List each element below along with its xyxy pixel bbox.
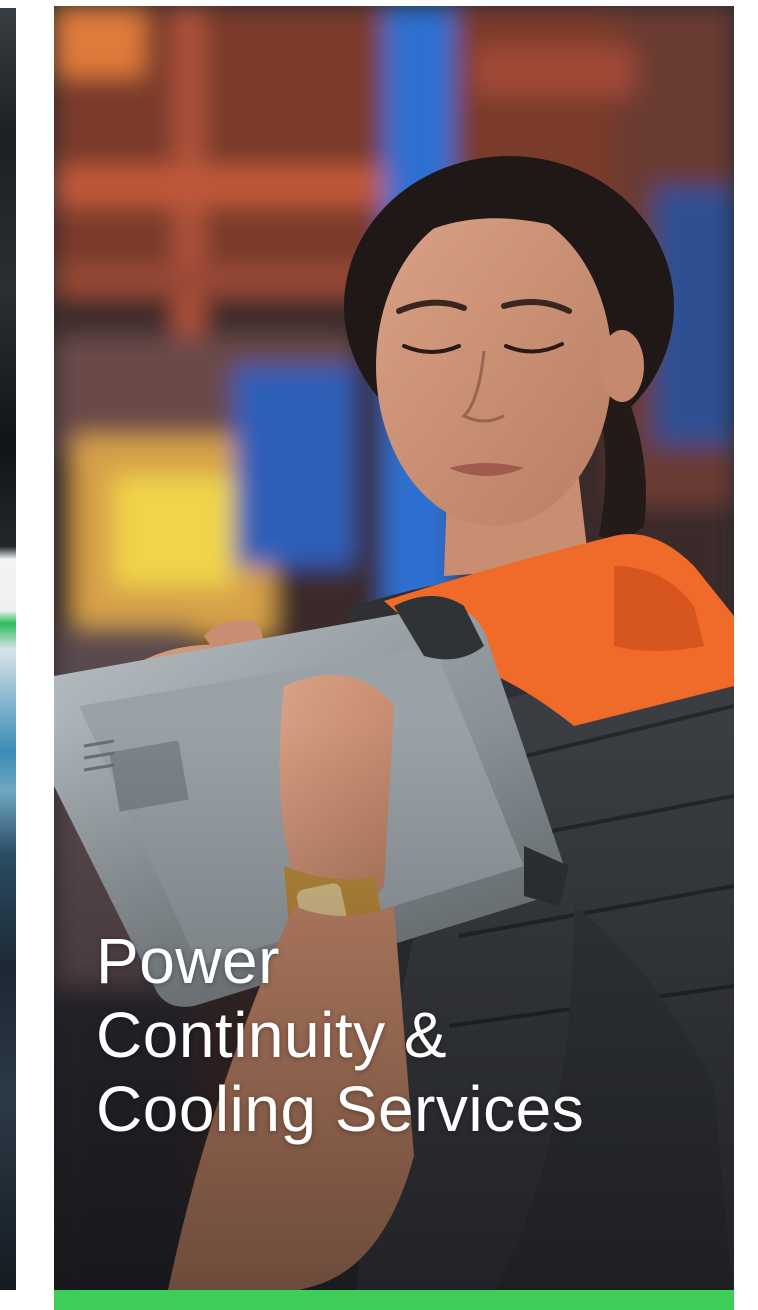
carousel: Power Continuity & Cooling Services bbox=[0, 0, 758, 1310]
green-accent-bar bbox=[54, 1290, 734, 1310]
tile-title-line: Cooling Services bbox=[96, 1073, 585, 1145]
tile-title: Power Continuity & Cooling Services bbox=[96, 924, 584, 1146]
tile-title-line: Power bbox=[96, 925, 280, 997]
previous-carousel-card[interactable] bbox=[0, 8, 16, 1290]
power-cooling-services-tile[interactable]: Power Continuity & Cooling Services bbox=[54, 6, 734, 1310]
tile-title-line: Continuity & bbox=[96, 999, 448, 1071]
